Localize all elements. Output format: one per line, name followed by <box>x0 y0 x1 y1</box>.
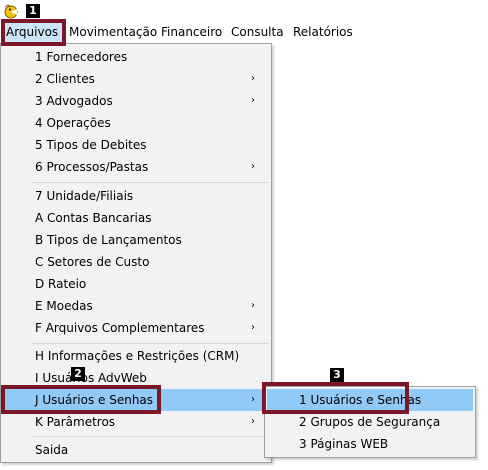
menu-item-clientes[interactable]: 2 Clientes › <box>3 68 269 90</box>
menu-item-operacoes[interactable]: 4 Operações <box>3 112 269 134</box>
menu-item-label: 6 Processos/Pastas <box>35 160 149 174</box>
menubar-consulta[interactable]: Consulta <box>227 22 288 43</box>
chevron-right-icon: › <box>251 322 255 333</box>
menu-item-contas-bancarias[interactable]: A Contas Bancarias <box>3 207 269 229</box>
submenu-item-paginas-web[interactable]: 3 Páginas WEB <box>267 433 473 455</box>
step-badge-2: 2 <box>71 367 85 381</box>
menu-item-saida[interactable]: Saida <box>3 439 269 461</box>
chevron-right-icon: › <box>251 95 255 106</box>
annotation-box-usuarios-senhas <box>1 385 161 414</box>
menubar-financeiro[interactable]: Financeiro <box>157 22 226 43</box>
menubar: Arquivos Movimentação Financeiro Consult… <box>0 22 488 43</box>
chevron-right-icon: › <box>251 161 255 172</box>
chevron-right-icon: › <box>251 416 255 427</box>
chevron-right-icon: › <box>251 73 255 84</box>
menu-item-label: K Parâmetros <box>35 415 116 429</box>
menu-item-label: F Arquivos Complementares <box>35 321 205 335</box>
step-badge-1: 1 <box>26 4 40 18</box>
menubar-movimentacao[interactable]: Movimentação <box>65 22 161 43</box>
menu-item-unidade-filiais[interactable]: 7 Unidade/Filiais <box>3 185 269 207</box>
annotation-box-submenu-usuarios-senhas <box>262 382 409 414</box>
menu-item-arquivos-complementares[interactable]: F Arquivos Complementares › <box>3 317 269 339</box>
chevron-right-icon: › <box>251 300 255 311</box>
step-badge-3: 3 <box>330 368 344 382</box>
chevron-right-icon: › <box>251 394 255 405</box>
menu-separator <box>31 182 269 183</box>
submenu-item-grupos-seguranca[interactable]: 2 Grupos de Segurança <box>267 411 473 433</box>
menu-item-parametros[interactable]: K Parâmetros › <box>3 411 269 433</box>
menu-item-label: 3 Advogados <box>35 94 113 108</box>
menu-item-moedas[interactable]: E Moedas › <box>3 295 269 317</box>
menu-item-setores-custo[interactable]: C Setores de Custo <box>3 251 269 273</box>
menu-item-label: 2 Clientes <box>35 72 95 86</box>
menu-item-rateio[interactable]: D Rateio <box>3 273 269 295</box>
menu-item-informacoes-crm[interactable]: H Informações e Restrições (CRM) <box>3 345 269 367</box>
menu-item-label: E Moedas <box>35 299 93 313</box>
menu-item-processos-pastas[interactable]: 6 Processos/Pastas › <box>3 156 269 178</box>
menubar-relatorios[interactable]: Relatórios <box>289 22 357 43</box>
menu-item-tipos-lancamentos[interactable]: B Tipos de Lançamentos <box>3 229 269 251</box>
menu-item-fornecedores[interactable]: 1 Fornecedores <box>3 46 269 68</box>
app-icon <box>4 4 18 19</box>
menu-separator <box>31 436 269 437</box>
menu-separator <box>31 343 269 344</box>
menu-item-tipos-debites[interactable]: 5 Tipos de Debites <box>3 134 269 156</box>
menu-item-advogados[interactable]: 3 Advogados › <box>3 90 269 112</box>
annotation-box-arquivos <box>1 19 66 46</box>
